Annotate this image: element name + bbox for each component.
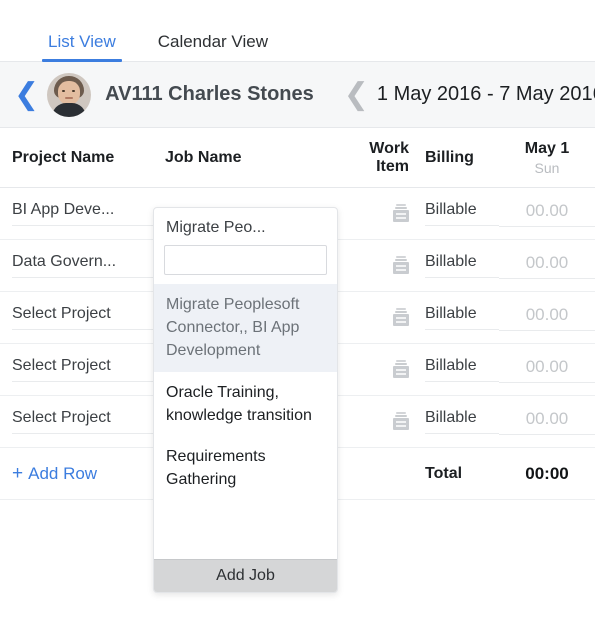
avatar-eye-right [72,89,76,92]
project-select[interactable]: Select Project [12,305,153,330]
hours-input[interactable]: 00.00 [499,253,595,279]
avatar [47,72,92,117]
job-dropdown-item-0[interactable]: Migrate Peoplesoft Connector,, BI App De… [154,284,337,372]
column-header-billing: Billing [425,148,474,166]
add-job-label: Add Job [216,567,275,584]
tab-list-view[interactable]: List View [42,32,122,62]
cell-project: Select Project [0,357,153,382]
column-header-project: Project Name [12,148,115,166]
avatar-eye-left [62,89,66,92]
job-dropdown-search-input[interactable] [164,245,327,275]
billing-select[interactable]: Billable [425,409,499,434]
work-item-icon[interactable] [393,204,409,223]
hours-input[interactable]: 00.00 [499,305,595,331]
work-item-icon[interactable] [393,256,409,275]
date-range-label: 1 May 2016 - 7 May 2016 [376,83,595,105]
column-header-job: Job Name [165,148,242,166]
cell-hours: 00.00 [499,201,595,227]
chevron-left-icon-back[interactable]: ❮ [8,79,45,110]
cell-billing: Billable [417,253,499,278]
job-dropdown-item-2[interactable]: Requirements Gathering [154,436,337,500]
tab-list-view-label: List View [48,32,116,51]
view-tab-bar: List View Calendar View [0,0,595,62]
work-item-icon[interactable] [393,360,409,379]
total-label: Total [425,464,463,482]
user-date-strip: ❮ AV111 Charles Stones ❮ 1 May 2016 - 7 … [0,62,595,128]
person-name: AV111 Charles Stones [105,83,314,105]
cell-billing: Billable [417,305,499,330]
cell-work-item [337,256,417,275]
billing-select[interactable]: Billable [425,357,499,382]
cell-billing: Billable [417,409,499,434]
add-row-button[interactable]: + Add Row [12,462,98,484]
column-header-work-item: Work Item [369,139,409,175]
project-select[interactable]: BI App Deve... [12,201,153,226]
cell-work-item [337,204,417,223]
column-header-day-date: May 1 [524,139,570,157]
cell-hours: 00.00 [499,409,595,435]
cell-work-item [337,412,417,431]
hours-input[interactable]: 00.00 [499,357,595,383]
cell-project: Data Govern... [0,253,153,278]
cell-project: Select Project [0,409,153,434]
cell-billing: Billable [417,201,499,226]
cell-hours: 00.00 [499,253,595,279]
cell-work-item [337,360,417,379]
plus-icon: + [12,462,24,484]
job-dropdown: Migrate Peo... Migrate Peoplesoft Connec… [153,207,338,593]
billing-select[interactable]: Billable [425,305,499,330]
hours-input[interactable]: 00.00 [499,201,595,227]
project-select[interactable]: Data Govern... [12,253,153,278]
project-select[interactable]: Select Project [12,357,153,382]
hours-input[interactable]: 00.00 [499,409,595,435]
table-header-row: Project Name Job Name Work Item Billing … [0,128,595,188]
avatar-body [52,102,87,117]
work-item-icon[interactable] [393,308,409,327]
job-dropdown-selected-value[interactable]: Migrate Peo... [154,208,337,245]
date-navigator: ❮ 1 May 2016 - 7 May 2016 [336,79,595,110]
cell-hours: 00.00 [499,357,595,383]
tab-calendar-view[interactable]: Calendar View [152,33,274,61]
cell-add-row: + Add Row [0,463,153,485]
job-dropdown-item-1[interactable]: Oracle Training, knowledge transition [154,372,337,436]
cell-project: Select Project [0,305,153,330]
job-dropdown-list: Migrate Peoplesoft Connector,, BI App De… [154,284,337,585]
cell-project: BI App Deve... [0,201,153,226]
cell-total-value: 00:00 [499,464,595,484]
work-item-icon[interactable] [393,412,409,431]
add-row-label: Add Row [28,463,98,483]
tab-calendar-view-label: Calendar View [157,32,268,51]
add-job-button[interactable]: Add Job [154,559,337,592]
chevron-left-icon-prev-week[interactable]: ❮ [336,79,377,110]
cell-hours: 00.00 [499,305,595,331]
column-header-day: May 1 Sun [499,139,595,177]
avatar-mouth [65,96,74,99]
total-value: 00:00 [525,463,569,483]
avatar-face [58,80,81,105]
cell-work-item [337,308,417,327]
cell-total-label: Total [417,465,499,483]
billing-select[interactable]: Billable [425,201,499,226]
cell-billing: Billable [417,357,499,382]
column-header-day-name: Sun [534,159,560,176]
project-select[interactable]: Select Project [12,409,153,434]
billing-select[interactable]: Billable [425,253,499,278]
